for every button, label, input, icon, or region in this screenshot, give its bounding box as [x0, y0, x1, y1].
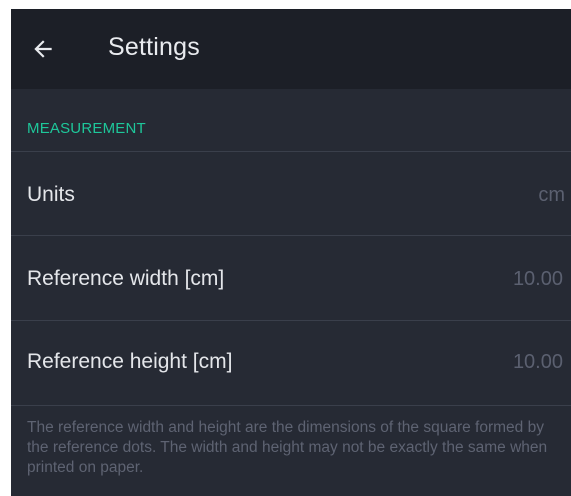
divider	[11, 405, 571, 406]
section-header-measurement: MEASUREMENT	[27, 120, 146, 137]
setting-value: 10.00	[512, 351, 563, 373]
setting-row-units[interactable]: Units cm	[11, 152, 571, 236]
setting-label: Reference height [cm]	[27, 350, 233, 373]
back-button[interactable]	[25, 31, 61, 67]
reference-note: The reference width and height are the d…	[27, 419, 548, 476]
page-title: Settings	[108, 33, 200, 61]
setting-value: 10.00	[512, 268, 563, 290]
setting-value: cm	[538, 184, 565, 206]
setting-row-reference-height[interactable]: Reference height [cm] 10.00	[11, 321, 571, 405]
setting-row-reference-width[interactable]: Reference width [cm] 10.00	[11, 236, 571, 320]
app-bar: Settings	[11, 9, 571, 89]
arrow-left-icon	[34, 40, 52, 58]
settings-screen: Settings MEASUREMENT Units cm Reference …	[11, 9, 571, 496]
setting-label: Reference width [cm]	[27, 267, 225, 290]
setting-label: Units	[27, 183, 75, 206]
